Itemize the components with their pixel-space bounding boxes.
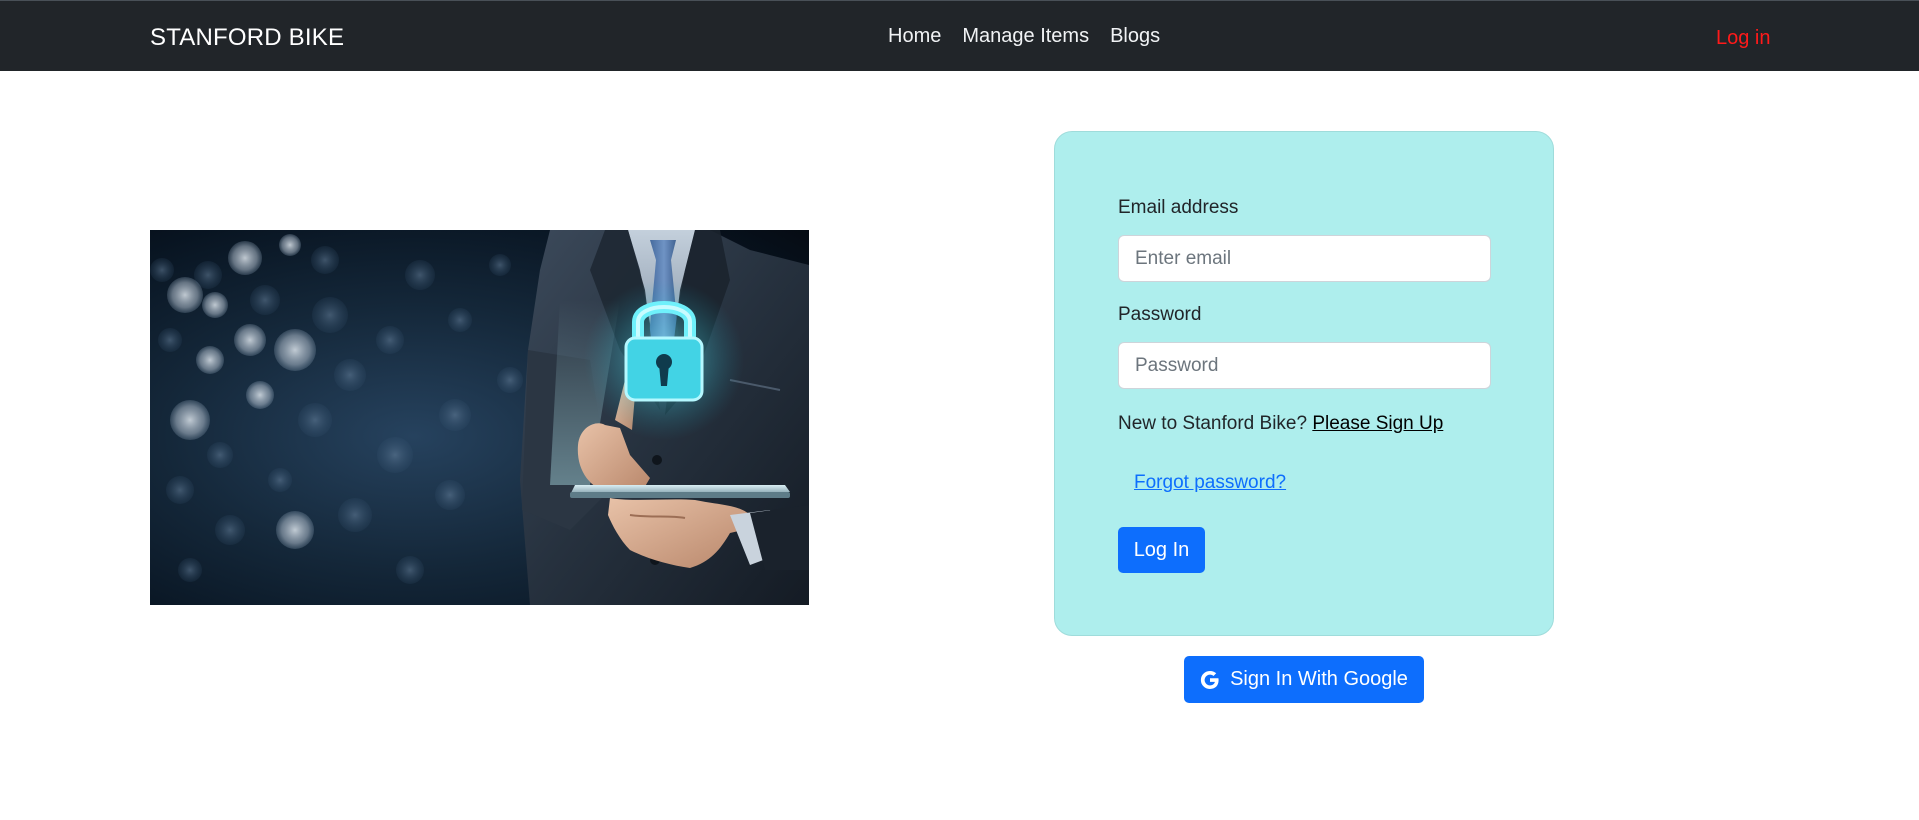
- signup-row: New to Stanford Bike? Please Sign Up: [1118, 413, 1443, 435]
- signup-prompt: New to Stanford Bike?: [1118, 413, 1308, 434]
- google-icon: [1200, 670, 1219, 689]
- nav-login-link[interactable]: Log in: [1716, 1, 1771, 71]
- nav-links: Home Manage Items Blogs: [888, 1, 1160, 71]
- padlock-icon: [584, 280, 744, 440]
- google-signin-label: Sign In With Google: [1230, 668, 1408, 690]
- login-card: Email address Password New to Stanford B…: [1054, 131, 1554, 636]
- login-submit-button[interactable]: Log In: [1118, 527, 1205, 573]
- nav-link-manage-items[interactable]: Manage Items: [962, 25, 1089, 48]
- brand-logo[interactable]: STANFORD BIKE: [150, 1, 344, 71]
- forgot-password-link[interactable]: Forgot password?: [1134, 472, 1286, 494]
- security-illustration: [150, 230, 809, 605]
- security-hero-image: [150, 230, 809, 605]
- email-label: Email address: [1118, 197, 1239, 218]
- signup-link[interactable]: Please Sign Up: [1312, 413, 1443, 434]
- google-signin-button[interactable]: Sign In With Google: [1184, 656, 1424, 703]
- nav-link-blogs[interactable]: Blogs: [1110, 25, 1160, 48]
- password-label: Password: [1118, 304, 1202, 325]
- nav-link-home[interactable]: Home: [888, 25, 941, 48]
- password-input[interactable]: [1118, 342, 1491, 389]
- bokeh-lights: [150, 234, 523, 584]
- top-navbar: STANFORD BIKE Home Manage Items Blogs Lo…: [0, 0, 1919, 71]
- email-input[interactable]: [1118, 235, 1491, 282]
